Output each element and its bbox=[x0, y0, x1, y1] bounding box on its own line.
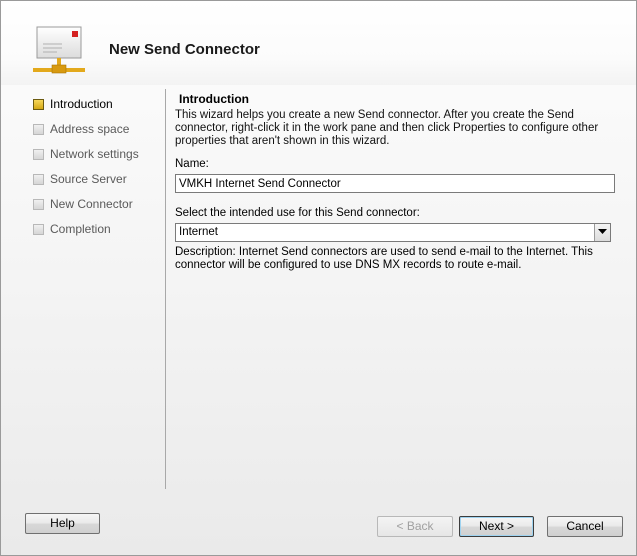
step-active-icon bbox=[33, 99, 44, 110]
step-pending-icon bbox=[33, 174, 44, 185]
step-network-settings[interactable]: Network settings bbox=[31, 147, 161, 172]
send-connector-icon bbox=[33, 26, 85, 74]
next-button[interactable]: Next > bbox=[459, 516, 534, 537]
wizard-header: New Send Connector bbox=[1, 1, 636, 85]
step-pending-icon bbox=[33, 199, 44, 210]
connector-name-input[interactable] bbox=[175, 174, 615, 193]
cancel-button[interactable]: Cancel bbox=[547, 516, 623, 537]
section-title: Introduction bbox=[179, 92, 249, 106]
wizard-steps: Introduction Address space Network setti… bbox=[31, 97, 161, 247]
step-label: New Connector bbox=[50, 197, 133, 211]
step-label: Network settings bbox=[50, 147, 139, 161]
step-address-space[interactable]: Address space bbox=[31, 122, 161, 147]
step-source-server[interactable]: Source Server bbox=[31, 172, 161, 197]
description-text: Description: Internet Send connectors ar… bbox=[175, 246, 593, 271]
intended-use-value: Internet bbox=[179, 226, 218, 238]
intended-use-select[interactable]: Internet bbox=[175, 223, 611, 242]
wizard-title: New Send Connector bbox=[109, 41, 260, 58]
step-pending-icon bbox=[33, 224, 44, 235]
wizard-window: New Send Connector Introduction Address … bbox=[0, 0, 637, 556]
step-new-connector[interactable]: New Connector bbox=[31, 197, 161, 222]
intro-text: This wizard helps you create a new Send … bbox=[175, 109, 599, 147]
back-button[interactable]: < Back bbox=[377, 516, 453, 537]
step-label: Source Server bbox=[50, 172, 127, 186]
step-label: Introduction bbox=[50, 97, 113, 111]
name-label: Name: bbox=[175, 158, 209, 170]
step-label: Address space bbox=[50, 122, 130, 136]
step-completion[interactable]: Completion bbox=[31, 222, 161, 247]
nav-divider bbox=[165, 89, 166, 489]
chevron-down-icon bbox=[598, 229, 607, 234]
step-introduction[interactable]: Introduction bbox=[31, 97, 161, 122]
intended-use-label: Select the intended use for this Send co… bbox=[175, 207, 420, 219]
step-label: Completion bbox=[50, 222, 111, 236]
step-pending-icon bbox=[33, 124, 44, 135]
step-pending-icon bbox=[33, 149, 44, 160]
dropdown-button[interactable] bbox=[594, 224, 610, 241]
help-button[interactable]: Help bbox=[25, 513, 100, 534]
